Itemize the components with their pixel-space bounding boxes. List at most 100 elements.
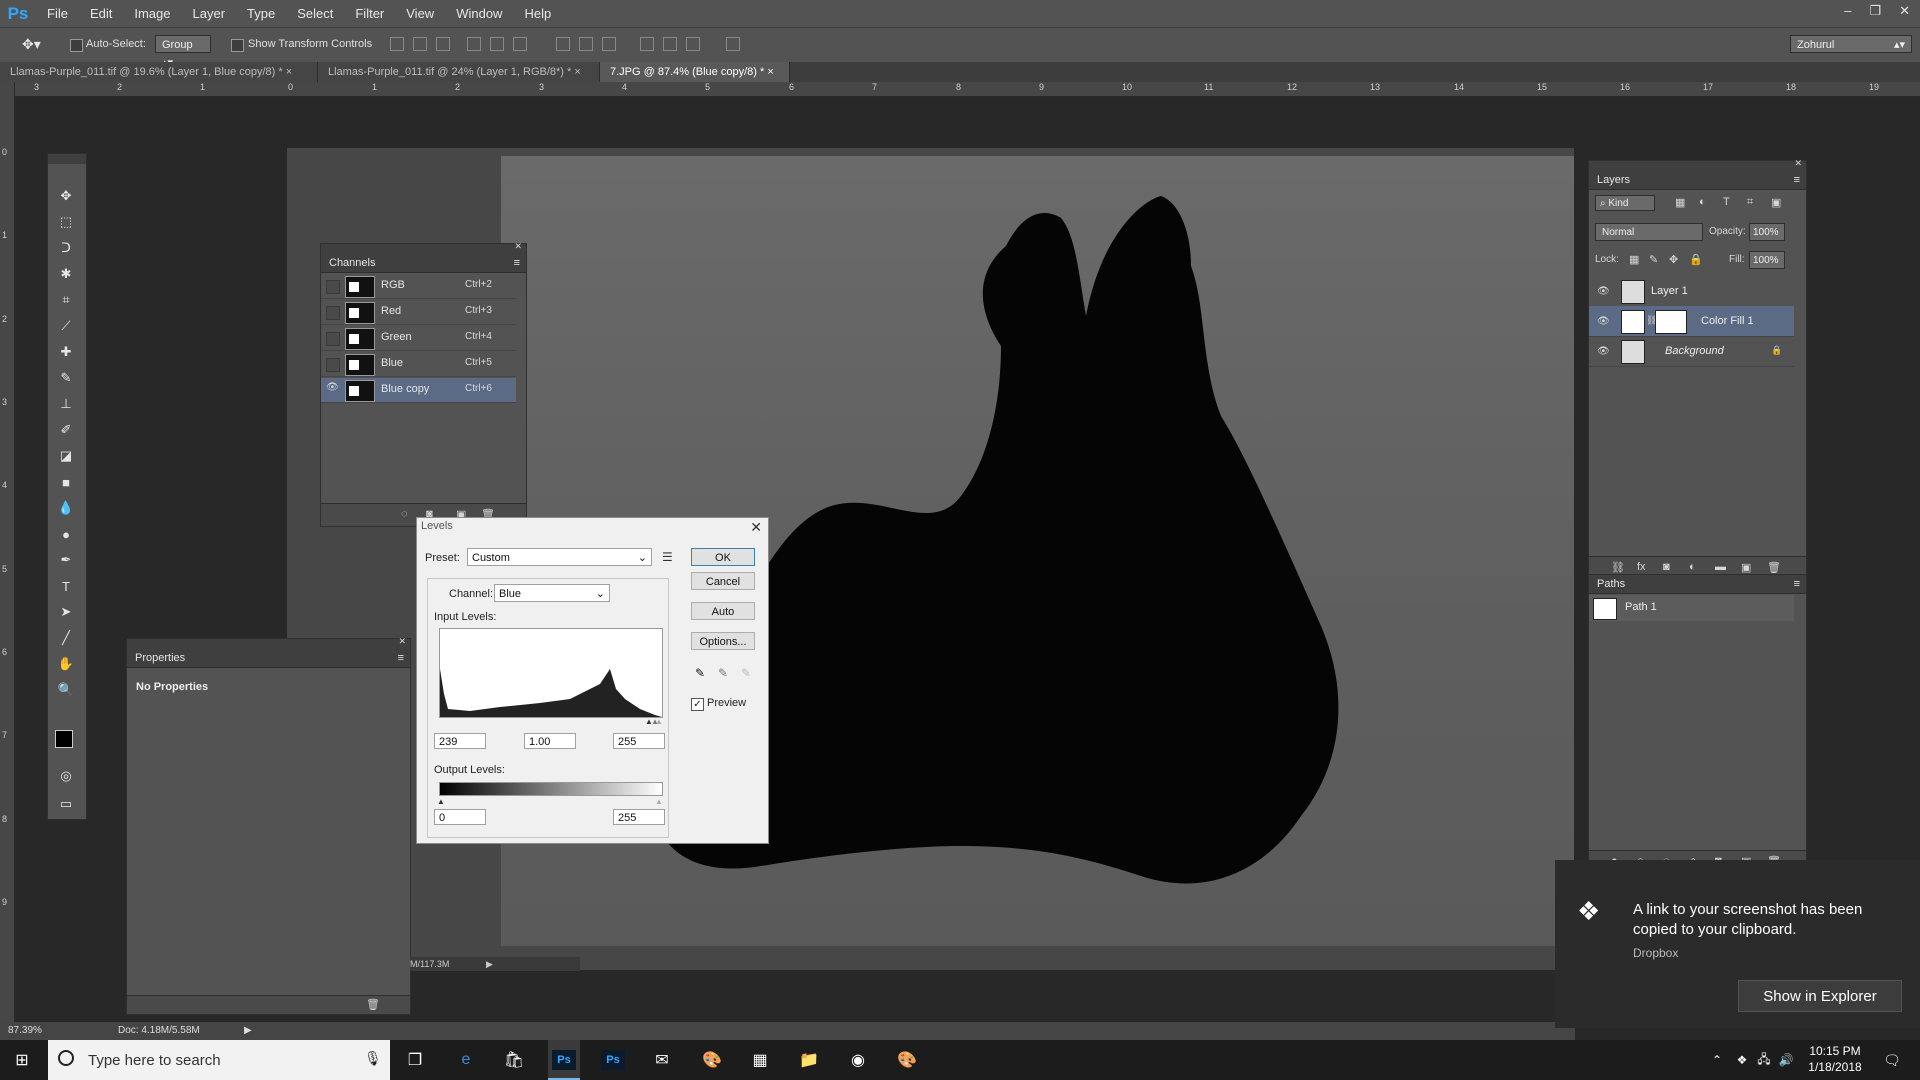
trash-icon[interactable]: 🗑: [1767, 561, 1781, 574]
visibility-toggle[interactable]: [326, 358, 340, 372]
distribute-left-icon[interactable]: [640, 37, 654, 51]
filter-shape-icon[interactable]: ⌗: [1747, 196, 1753, 209]
file-explorer-icon[interactable]: 📁: [797, 1048, 821, 1072]
channel-dropdown[interactable]: Blue ⌄: [494, 584, 610, 602]
dropbox-tray-icon[interactable]: ❖: [1730, 1048, 1754, 1072]
align-vcenter-icon[interactable]: [413, 37, 427, 51]
workspace-dropdown[interactable]: Zohurul ▴▾: [1790, 35, 1912, 53]
align-bottom-icon[interactable]: [436, 37, 450, 51]
align-right-icon[interactable]: [513, 37, 527, 51]
channel-row-blue[interactable]: Blue Ctrl+5: [321, 352, 516, 377]
align-left-icon[interactable]: [467, 37, 481, 51]
path-select-tool-icon[interactable]: ➤: [56, 602, 76, 622]
tab-close-icon[interactable]: ×: [574, 66, 580, 78]
filter-type-icon[interactable]: T: [1723, 196, 1730, 208]
panel-collapse-bar[interactable]: ✕: [127, 636, 410, 649]
visibility-toggle[interactable]: [326, 332, 340, 346]
auto-select-dropdown[interactable]: Group ▴▾: [155, 35, 211, 69]
eyedropper-tool-icon[interactable]: ⟋: [56, 316, 76, 336]
microphone-icon[interactable]: 🎙: [364, 1050, 382, 1067]
menu-type[interactable]: Type: [236, 6, 286, 21]
input-white-field[interactable]: 255: [613, 733, 665, 749]
tray-chevron-icon[interactable]: ⌃: [1705, 1048, 1729, 1072]
tools-panel-header[interactable]: [48, 154, 86, 164]
show-in-explorer-button[interactable]: Show in Explorer: [1738, 980, 1902, 1012]
tab-close-icon[interactable]: ×: [286, 66, 292, 78]
taskbar-search-box[interactable]: Type here to search 🎙: [48, 1040, 390, 1080]
dodge-tool-icon[interactable]: ●: [56, 524, 76, 544]
menu-window[interactable]: Window: [445, 6, 513, 21]
white-eyedropper-icon[interactable]: ✎: [741, 666, 751, 680]
panel-menu-icon[interactable]: ≡: [398, 649, 404, 667]
lasso-tool-icon[interactable]: ᑐ: [56, 238, 76, 258]
eye-icon[interactable]: 👁: [1597, 316, 1610, 327]
cancel-button[interactable]: Cancel: [691, 572, 755, 590]
panel-menu-icon[interactable]: ≡: [514, 254, 520, 272]
menu-filter[interactable]: Filter: [344, 6, 395, 21]
close-icon[interactable]: ✕: [514, 241, 522, 252]
gradient-tool-icon[interactable]: ■: [56, 472, 76, 492]
blur-tool-icon[interactable]: 💧: [56, 498, 76, 518]
panel-menu-icon[interactable]: ≡: [1794, 575, 1800, 593]
minimize-button[interactable]: –: [1844, 3, 1851, 19]
screen-mode-icon[interactable]: ▭: [56, 794, 76, 814]
taskbar-photoshop-active[interactable]: Ps: [548, 1040, 580, 1080]
move-tool-preset-icon[interactable]: ✥▾: [22, 36, 41, 53]
blend-mode-dropdown[interactable]: Normal: [1595, 223, 1703, 241]
layer-style-icon[interactable]: fx: [1637, 561, 1646, 573]
channel-row-red[interactable]: Red Ctrl+3: [321, 300, 516, 325]
zoom-level[interactable]: 87.39%: [8, 1022, 42, 1040]
filter-smart-object-icon[interactable]: ▣: [1771, 196, 1781, 209]
distribute-right-icon[interactable]: [686, 37, 700, 51]
ok-button[interactable]: OK: [691, 548, 755, 566]
layer-row-background[interactable]: 👁 Background 🔒: [1589, 336, 1794, 367]
visibility-toggle[interactable]: [326, 306, 340, 320]
calculator-icon[interactable]: ▦: [748, 1048, 772, 1072]
new-layer-icon[interactable]: ▣: [1741, 561, 1751, 574]
eraser-tool-icon[interactable]: ◪: [56, 446, 76, 466]
close-icon[interactable]: ✕: [1794, 158, 1802, 169]
layers-tab[interactable]: Layers ≡: [1589, 171, 1806, 190]
quick-select-tool-icon[interactable]: ✱: [56, 264, 76, 284]
output-black-slider[interactable]: ▲: [437, 797, 445, 806]
clock[interactable]: 10:15 PM 1/18/2018: [1800, 1043, 1870, 1075]
channel-row-green[interactable]: Green Ctrl+4: [321, 326, 516, 351]
menu-select[interactable]: Select: [286, 6, 344, 21]
new-group-icon[interactable]: ▬: [1715, 561, 1726, 573]
distribute-vcenter-icon[interactable]: [579, 37, 593, 51]
link-layers-icon[interactable]: ⛓: [1611, 561, 1625, 574]
tab-7-jpg[interactable]: 7.JPG @ 87.4% (Blue copy/8) * ×: [600, 62, 790, 82]
menu-image[interactable]: Image: [123, 6, 181, 21]
filter-adjustment-icon[interactable]: ◐: [1699, 196, 1706, 208]
layer-row-layer-1[interactable]: 👁 Layer 1: [1589, 276, 1794, 307]
zoom-tool-icon[interactable]: 🔍: [56, 680, 76, 700]
menu-file[interactable]: File: [36, 6, 79, 21]
show-transform-checkbox[interactable]: [231, 39, 244, 52]
photoshop-icon[interactable]: Ps: [601, 1050, 625, 1070]
move-tool-icon[interactable]: ✥: [56, 186, 76, 206]
lock-all-icon[interactable]: 🔒: [1689, 253, 1703, 266]
opacity-field[interactable]: 100%: [1749, 223, 1785, 241]
palette-app-icon[interactable]: 🎨: [895, 1048, 919, 1072]
lock-pixels-icon[interactable]: ✎: [1649, 253, 1658, 266]
trash-icon[interactable]: 🗑: [366, 998, 380, 1011]
close-icon[interactable]: ✕: [750, 519, 762, 536]
path-row-path-1[interactable]: Path 1: [1589, 595, 1794, 621]
tab-close-icon[interactable]: ×: [767, 66, 773, 78]
fill-field[interactable]: 100%: [1749, 251, 1785, 269]
close-icon[interactable]: ✕: [398, 636, 406, 647]
close-button[interactable]: ✕: [1899, 3, 1910, 19]
mail-icon[interactable]: ✉: [650, 1048, 674, 1072]
clone-stamp-tool-icon[interactable]: ⊥: [56, 394, 76, 414]
task-view-icon[interactable]: ❐: [403, 1048, 427, 1072]
volume-icon[interactable]: 🔊: [1774, 1048, 1798, 1072]
eye-icon[interactable]: 👁: [326, 382, 339, 394]
marquee-tool-icon[interactable]: ⬚: [56, 212, 76, 232]
gray-eyedropper-icon[interactable]: ✎: [718, 666, 728, 680]
filter-kind-dropdown[interactable]: ⌕ Kind: [1595, 195, 1655, 211]
input-slider-track[interactable]: ▲ ▲ ▲: [439, 717, 663, 727]
align-top-icon[interactable]: [390, 37, 404, 51]
quick-mask-icon[interactable]: ◎: [56, 766, 76, 786]
preview-checkbox[interactable]: ✓: [691, 698, 704, 711]
store-icon[interactable]: 🛍: [502, 1048, 526, 1072]
